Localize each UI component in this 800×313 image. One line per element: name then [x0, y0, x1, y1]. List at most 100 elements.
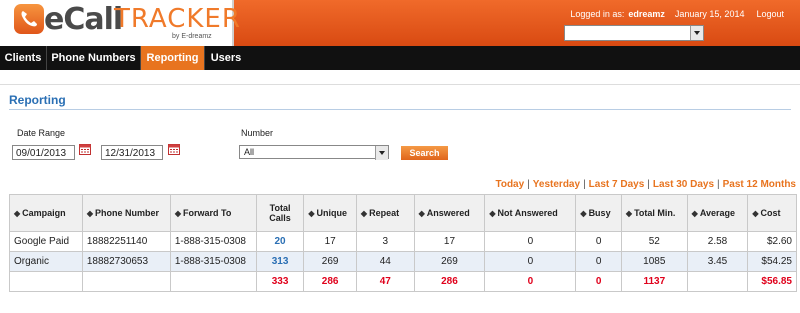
total-answered-sum: 286	[413, 271, 486, 292]
cell-total-calls-link[interactable]: 20	[255, 231, 305, 252]
total-unique-sum: 286	[303, 271, 357, 292]
phone-logo-icon	[14, 4, 44, 34]
sort-icon[interactable]: ◆	[489, 209, 495, 218]
sort-icon[interactable]: ◆	[419, 209, 425, 218]
link-yesterday[interactable]: Yesterday	[533, 179, 580, 190]
tab-phone-numbers[interactable]: Phone Numbers	[47, 46, 141, 70]
start-date-input[interactable]: 09/01/2013	[12, 145, 75, 160]
table-row: Organic 18882730653 1-888-315-0308 313 2…	[9, 251, 797, 272]
calendar-icon[interactable]	[168, 144, 180, 155]
column-header-not-answered[interactable]: ◆ Not Answered	[484, 194, 577, 232]
total-calls-sum: 333	[255, 271, 305, 292]
tab-clients[interactable]: Clients	[0, 46, 47, 70]
total-not-answered-sum: 0	[484, 271, 577, 292]
column-header-cost[interactable]: ◆ Cost	[747, 194, 797, 232]
logout-link[interactable]: Logout	[756, 9, 784, 19]
sort-icon[interactable]: ◆	[14, 209, 20, 218]
cell-forward: 1-888-315-0308	[169, 231, 257, 252]
link-past-12-months[interactable]: Past 12 Months	[723, 179, 796, 190]
column-header-campaign[interactable]: ◆ Campaign	[9, 194, 83, 232]
cell-average: 2.58	[686, 231, 749, 252]
main-nav: Clients Phone Numbers Reporting Users	[0, 46, 800, 70]
cell-forward: 1-888-315-0308	[169, 251, 257, 272]
tab-reporting[interactable]: Reporting	[141, 46, 205, 70]
username: edreamz	[628, 9, 665, 19]
end-date-input[interactable]: 12/31/2013	[101, 145, 163, 160]
column-header-unique[interactable]: ◆ Unique	[303, 194, 357, 232]
logo-byline: by E-dreamz	[172, 33, 212, 40]
cell-unique: 269	[303, 251, 357, 272]
column-header-total-calls[interactable]: Total Calls	[255, 194, 305, 232]
sort-icon[interactable]: ◆	[626, 209, 632, 218]
sort-icon[interactable]: ◆	[87, 209, 93, 218]
column-header-average[interactable]: ◆ Average	[686, 194, 749, 232]
quick-range-links: Today | Yesterday | Last 7 Days | Last 30 Days…	[495, 179, 796, 190]
cell-not-answered: 0	[484, 251, 577, 272]
number-select-value: All	[244, 147, 255, 157]
sort-icon[interactable]: ◆	[361, 209, 367, 218]
cell-empty	[9, 271, 83, 292]
chevron-down-icon[interactable]	[690, 26, 703, 40]
table-header-row: ◆ Campaign ◆ Phone Number ◆ Forward To Tota…	[9, 194, 797, 232]
cell-total-min: 52	[620, 231, 688, 252]
cell-repeat: 44	[355, 251, 415, 272]
tab-users[interactable]: Users	[205, 46, 247, 70]
cell-busy: 0	[575, 251, 622, 272]
table-row: Google Paid 18882251140 1-888-315-0308 2…	[9, 231, 797, 252]
cell-busy: 0	[575, 231, 622, 252]
column-header-busy[interactable]: ◆ Busy	[575, 194, 622, 232]
cell-total-min: 1085	[620, 251, 688, 272]
current-date: January 15, 2014	[674, 9, 745, 19]
number-select[interactable]: All	[239, 145, 389, 160]
sort-icon[interactable]: ◆	[308, 209, 314, 218]
sort-icon[interactable]: ◆	[580, 209, 586, 218]
title-underline	[9, 109, 791, 110]
number-label: Number	[241, 128, 274, 138]
user-info: Logged in as: edreamz January 15, 2014 Logo…	[566, 9, 784, 19]
sort-icon[interactable]: ◆	[752, 209, 758, 218]
total-cost-sum: $56.85	[747, 271, 797, 292]
page-title: Reporting	[9, 93, 66, 107]
cell-answered: 17	[413, 231, 486, 252]
cell-empty	[81, 271, 171, 292]
app-logo[interactable]: eCall TRACKER by E-dreamz	[0, 0, 240, 46]
total-average	[686, 271, 749, 292]
cell-phone: 18882251140	[81, 231, 171, 252]
logged-in-label: Logged in as:	[570, 9, 625, 19]
separator: |	[647, 179, 650, 190]
column-header-total-min[interactable]: ◆ Total Min.	[620, 194, 688, 232]
logo-brand-ecall: eCall	[44, 2, 123, 37]
total-busy-sum: 0	[575, 271, 622, 292]
client-select[interactable]	[564, 25, 704, 41]
cell-total-calls-link[interactable]: 313	[255, 251, 305, 272]
cell-campaign: Organic	[9, 251, 83, 272]
search-button[interactable]: Search	[401, 146, 448, 160]
logo-brand-tracker: TRACKER	[114, 4, 241, 34]
column-header-answered[interactable]: ◆ Answered	[413, 194, 486, 232]
separator: |	[527, 179, 530, 190]
column-header-forward-to[interactable]: ◆ Forward To	[169, 194, 257, 232]
calendar-icon[interactable]	[79, 144, 91, 155]
cell-cost: $2.60	[747, 231, 797, 252]
cell-average: 3.45	[686, 251, 749, 272]
separator: |	[583, 179, 586, 190]
cell-unique: 17	[303, 231, 357, 252]
divider	[0, 84, 800, 85]
column-header-phone-number[interactable]: ◆ Phone Number	[81, 194, 171, 232]
total-repeat-sum: 47	[355, 271, 415, 292]
totals-row: 333 286 47 286 0 0 1137 $56.85	[9, 271, 797, 292]
cell-not-answered: 0	[484, 231, 577, 252]
cell-phone: 18882730653	[81, 251, 171, 272]
app-header: eCall TRACKER by E-dreamz Logged in as: e…	[0, 0, 800, 46]
link-last-7-days[interactable]: Last 7 Days	[589, 179, 645, 190]
cell-cost: $54.25	[747, 251, 797, 272]
separator: |	[717, 179, 720, 190]
column-header-repeat[interactable]: ◆ Repeat	[355, 194, 415, 232]
report-table: ◆ Campaign ◆ Phone Number ◆ Forward To Tota…	[9, 194, 797, 292]
chevron-down-icon[interactable]	[375, 146, 388, 160]
sort-icon[interactable]: ◆	[175, 209, 181, 218]
sort-icon[interactable]: ◆	[692, 209, 698, 218]
link-last-30-days[interactable]: Last 30 Days	[653, 179, 714, 190]
link-today[interactable]: Today	[495, 179, 524, 190]
total-min-sum: 1137	[620, 271, 688, 292]
